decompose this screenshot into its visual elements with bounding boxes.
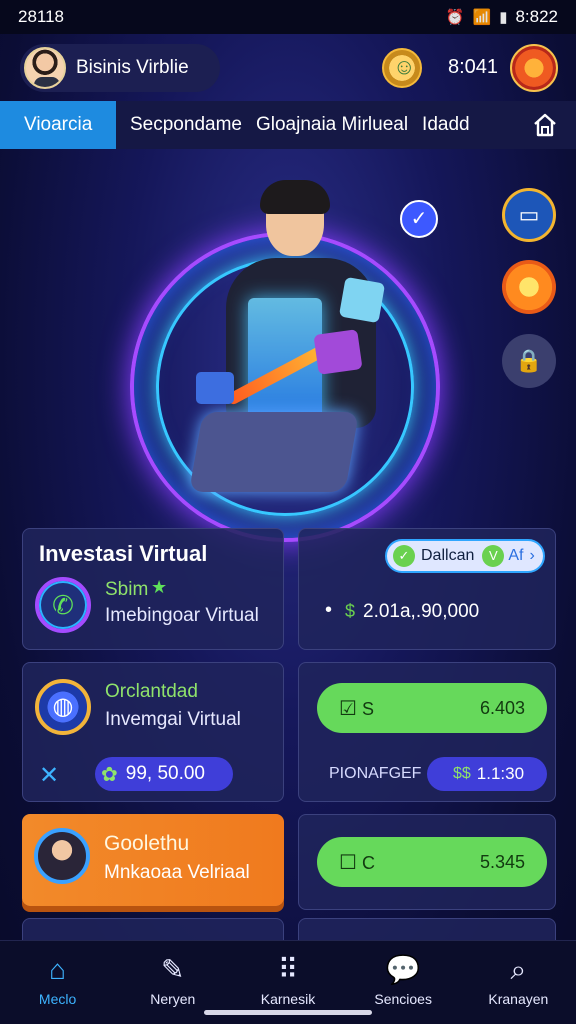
tab-secpondame[interactable]: Secpondame bbox=[130, 114, 242, 136]
tools-icon: ✕ bbox=[39, 762, 60, 789]
tab-gloajnaia[interactable]: Gloajnaia Mirlueal bbox=[256, 114, 408, 136]
dallcan-label: Dallcan bbox=[421, 547, 475, 564]
edit-icon: ☐ bbox=[339, 851, 357, 874]
nav-home[interactable]: ⌂ Meclo bbox=[8, 953, 108, 1007]
status-icons: ⏰ 📶 ▮ 8:822 bbox=[446, 7, 558, 27]
nav-search[interactable]: ⌕ Kranayen bbox=[468, 953, 568, 1007]
orclandad-amount-pill[interactable]: ✿ 99, 50.00 bbox=[95, 757, 233, 791]
home-icon[interactable] bbox=[532, 112, 558, 138]
status-bar: 28118 ⏰ 📶 ▮ 8:822 bbox=[0, 0, 576, 34]
manager-value: 1.1:30 bbox=[476, 764, 525, 783]
wifi-icon: 📶 bbox=[472, 9, 492, 26]
goolethu-title: Goolethu bbox=[104, 832, 190, 855]
green-pill-1-left: ☑ S bbox=[339, 696, 374, 721]
tv-icon[interactable]: ▭ bbox=[502, 188, 556, 242]
green-pill-1-left-text: S bbox=[361, 698, 374, 719]
check-icon: ☑ bbox=[339, 697, 357, 720]
investasi-sub: Imebingoar Virtual bbox=[105, 605, 259, 626]
balance-card[interactable]: ✓ Dallcan V Af › • $ 2.01a,.90,000 bbox=[298, 528, 556, 650]
coin-character-icon[interactable] bbox=[382, 48, 422, 88]
grid-icon: ⠿ bbox=[277, 954, 299, 985]
nav-edit[interactable]: ✎ Neryen bbox=[123, 953, 223, 1007]
tab-idadd[interactable]: Idadd bbox=[422, 114, 470, 136]
manager-pill[interactable]: $$ 1.1:30 bbox=[427, 757, 547, 791]
search-icon: ⌕ bbox=[510, 954, 527, 985]
pill-tag: Af bbox=[508, 547, 524, 564]
status-right-time: 8:822 bbox=[515, 7, 558, 26]
top-bar: Bisinis Virblie 8:041 bbox=[0, 40, 576, 96]
home-icon: ⌂ bbox=[49, 954, 67, 985]
green-pill-1[interactable]: ☑ S 6.403 bbox=[317, 683, 547, 733]
status-time: 28118 bbox=[18, 7, 65, 26]
hologram-base bbox=[188, 412, 360, 492]
amount-prefix: $ bbox=[345, 601, 356, 621]
investasi-title: Investasi Virtual bbox=[39, 541, 208, 566]
nav-grid-label: Karnesik bbox=[260, 991, 316, 1007]
chat-cube-icon bbox=[196, 372, 234, 404]
star-icon: ★ bbox=[151, 577, 168, 597]
user-name: Bisinis Virblie bbox=[76, 57, 189, 78]
check-icon: ✓ bbox=[400, 200, 438, 238]
coin-amount: 8:041 bbox=[448, 56, 499, 78]
green-pill-2-left-text: C bbox=[361, 852, 375, 873]
nav-chat[interactable]: 💬 Sencioes bbox=[353, 953, 453, 1007]
dallcan-pill[interactable]: ✓ Dallcan V Af › bbox=[385, 539, 545, 573]
orclandad-title: Orclantdad bbox=[105, 681, 198, 702]
rank-badge-button[interactable] bbox=[510, 44, 558, 92]
check-icon: ✓ bbox=[393, 545, 415, 567]
goolethu-sub: Mnkaoaa Velriaal bbox=[104, 862, 250, 883]
avatar bbox=[24, 47, 66, 89]
green-pill-2[interactable]: ☐ C 5.345 bbox=[317, 837, 547, 887]
profile-icon bbox=[34, 828, 90, 884]
globe-icon: ◍ bbox=[35, 679, 91, 735]
orclandad-sub: Invemgai Virtual bbox=[105, 709, 241, 730]
orclandad-card[interactable]: ◍ Orclantdad Invemgai Virtual ✕ ✿ 99, 50… bbox=[22, 662, 284, 802]
manager-label: PIONAFGEF bbox=[329, 765, 422, 782]
nav-edit-label: Neryen bbox=[150, 991, 196, 1007]
edit-icon: ✎ bbox=[161, 954, 185, 985]
user-profile-pill[interactable]: Bisinis Virblie bbox=[20, 44, 220, 92]
chat-icon: 💬 bbox=[385, 954, 421, 985]
nav-search-label: Kranayen bbox=[488, 991, 549, 1007]
sun-icon[interactable] bbox=[502, 260, 556, 314]
investasi-card[interactable]: Investasi Virtual ✆ Sbim ★ Imebingoar Vi… bbox=[22, 528, 284, 650]
bullet-dot: • bbox=[325, 599, 333, 621]
v-badge: V bbox=[482, 545, 505, 567]
battery-icon: ▮ bbox=[499, 9, 508, 26]
cube-icon bbox=[338, 276, 386, 324]
cube-icon bbox=[313, 329, 363, 375]
money-icon: $$ bbox=[453, 765, 471, 782]
nav-grid[interactable]: ⠿ Karnesik bbox=[238, 953, 338, 1007]
chevron-right-icon: › bbox=[529, 547, 535, 564]
nav-chat-label: Sencioes bbox=[374, 991, 432, 1007]
nav-home-label: Meclo bbox=[38, 991, 77, 1007]
tab-bar: Vioarcia Secpondame Gloajnaia Mirlueal I… bbox=[0, 101, 576, 149]
goolethu-card[interactable]: Goolethu Mnkaoaa Velriaal bbox=[22, 814, 284, 906]
green-pill-2-left: ☐ C bbox=[339, 850, 375, 875]
lock-icon[interactable]: 🔒 bbox=[502, 334, 556, 388]
orclandad-amount: 99, 50.00 bbox=[125, 763, 206, 784]
stats-card[interactable]: ☑ S 6.403 PIONAFGEF $$ 1.1:30 bbox=[298, 662, 556, 802]
home-indicator[interactable] bbox=[204, 1010, 372, 1015]
money-icon: ✿ bbox=[101, 763, 118, 786]
investasi-label: Sbim bbox=[105, 579, 149, 600]
green-pill-1-value: 6.403 bbox=[479, 697, 525, 718]
phone-icon: ✆ bbox=[35, 577, 91, 633]
stats-card-2[interactable]: ☐ C 5.345 bbox=[298, 814, 556, 910]
balance-amount: 2.01a,.90,000 bbox=[363, 601, 480, 622]
person-hair bbox=[260, 180, 330, 214]
green-pill-2-value: 5.345 bbox=[479, 851, 525, 872]
tab-active[interactable]: Vioarcia bbox=[0, 101, 116, 149]
alarm-icon: ⏰ bbox=[445, 9, 465, 26]
